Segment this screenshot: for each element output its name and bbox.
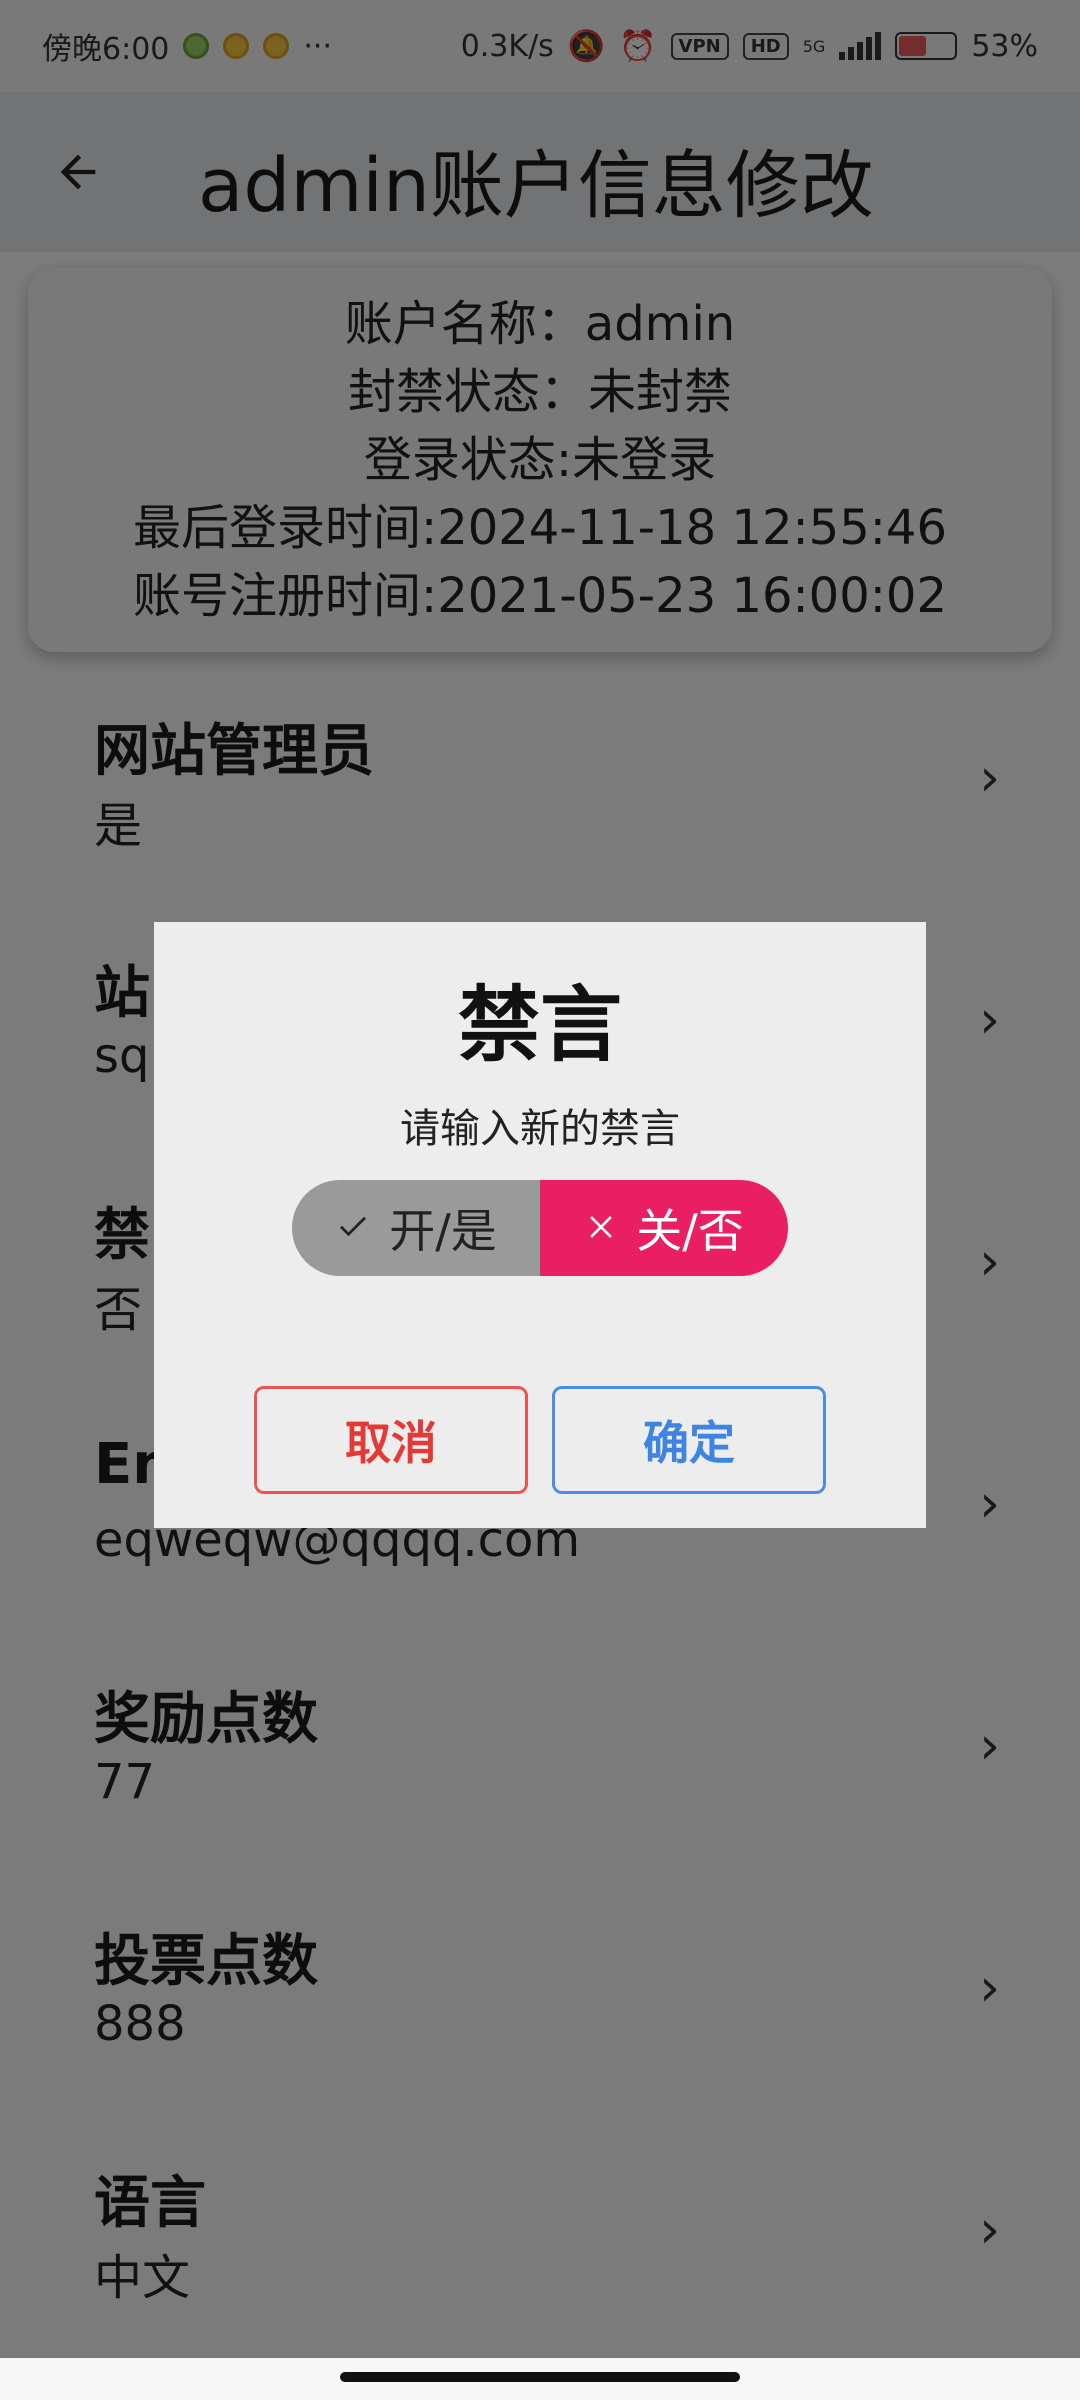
home-indicator[interactable]: [340, 2372, 740, 2382]
cancel-button[interactable]: 取消: [254, 1386, 528, 1494]
dialog-message: 请输入新的禁言: [400, 1106, 680, 1152]
check-icon: [335, 1201, 371, 1255]
yes-no-toggle: 开/是 关/否: [292, 1180, 788, 1276]
toggle-yes-label: 开/是: [389, 1204, 497, 1258]
confirm-button[interactable]: 确定: [552, 1386, 826, 1494]
dialog-title: 禁言: [457, 978, 622, 1073]
navigation-bar: [0, 2358, 1080, 2400]
toggle-no-option[interactable]: 关/否: [540, 1180, 788, 1276]
mute-dialog: 禁言 请输入新的禁言 开/是 关/否 取消 确定: [154, 922, 926, 1528]
toggle-no-label: 关/否: [636, 1204, 744, 1258]
toggle-yes-option[interactable]: 开/是: [292, 1180, 540, 1276]
close-icon: [584, 1201, 618, 1255]
